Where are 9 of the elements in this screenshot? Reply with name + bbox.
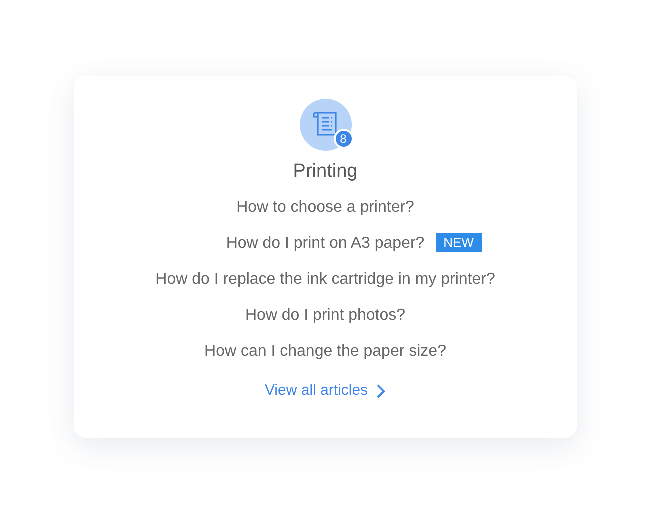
new-badge: NEW: [436, 233, 482, 252]
article-link[interactable]: How to choose a printer?: [236, 199, 414, 216]
category-title: Printing: [293, 160, 358, 184]
article-link[interactable]: How do I print on A3 paper?: [226, 235, 425, 252]
article-link[interactable]: How do I replace the ink cartridge in my printer?: [156, 271, 496, 288]
article-link[interactable]: How do I print photos?: [245, 307, 406, 324]
view-all-link[interactable]: View all articles: [264, 380, 386, 402]
chevron-right-icon: [376, 384, 386, 399]
article-link[interactable]: How can I change the paper size?: [204, 343, 446, 360]
